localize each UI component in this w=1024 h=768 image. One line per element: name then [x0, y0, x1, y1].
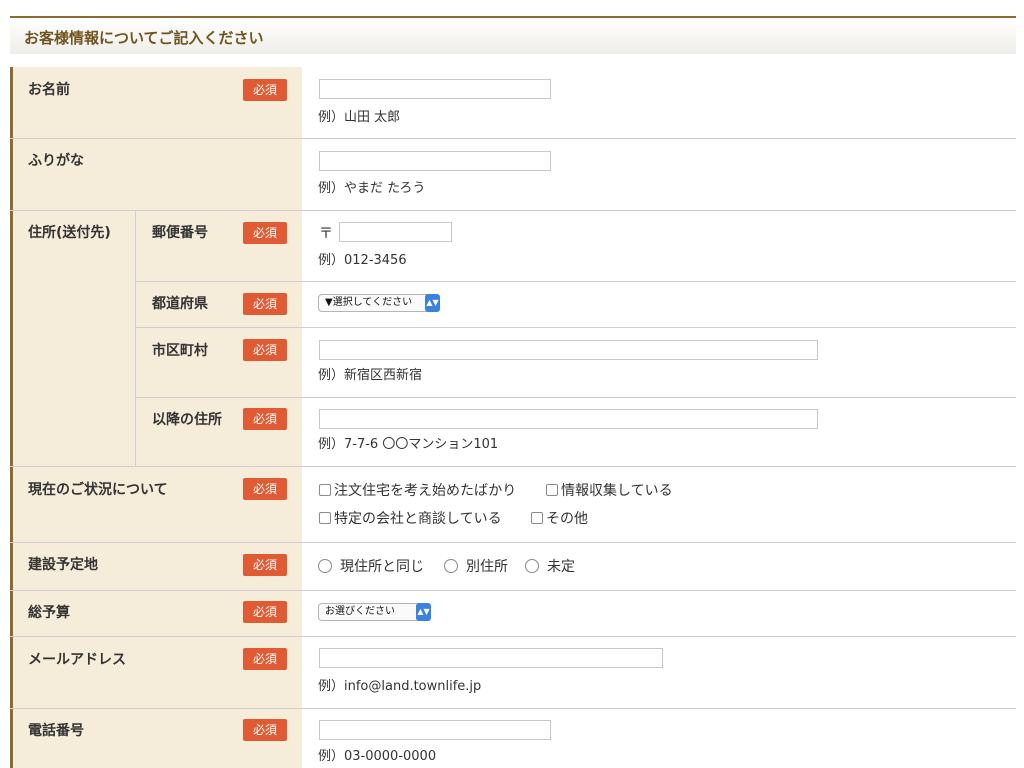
status-option-other[interactable]: その他 [531, 508, 588, 528]
budget-selected: お選びください [325, 606, 395, 617]
budget-select[interactable]: お選びください ▲▼ [318, 603, 431, 621]
required-badge: 必須 [243, 339, 287, 361]
postal-mark: 〒 [319, 226, 333, 242]
furigana-input[interactable] [319, 151, 551, 171]
status-label: 現在のご状況について [28, 482, 168, 498]
city-example: 例）新宿区西新宿 [318, 368, 423, 383]
row-divider [10, 590, 1016, 591]
section-header: お客様情報についてご記入ください [10, 16, 1016, 54]
checkbox-icon[interactable] [319, 512, 331, 524]
email-label: メールアドレス [28, 652, 126, 668]
address-label: 住所(送付先) [28, 225, 111, 241]
site-label: 建設予定地 [28, 557, 98, 573]
required-badge: 必須 [243, 79, 287, 101]
checkbox-icon[interactable] [546, 484, 558, 496]
customer-info-form: お名前 必須 例）山田 太郎 ふりがな 例）やまだ たろう 住所(送付先) 郵便… [10, 67, 1016, 768]
site-option-same[interactable]: 現住所と同じ [318, 556, 424, 576]
row-divider [136, 397, 1016, 398]
prefecture-selected: ▼選択してください [325, 297, 413, 308]
furigana-label: ふりがな [28, 153, 84, 169]
row-divider [10, 138, 1016, 139]
required-badge: 必須 [243, 408, 287, 430]
section-title: お客様情報についてご記入ください [24, 29, 264, 47]
row-divider [136, 281, 1016, 282]
email-input[interactable] [319, 648, 663, 668]
street-address-input[interactable] [319, 409, 818, 429]
prefecture-select[interactable]: ▼選択してください ▲▼ [318, 294, 440, 312]
row-divider [10, 708, 1016, 709]
email-example: 例）info@land.townlife.jp [318, 679, 482, 694]
required-badge: 必須 [243, 648, 287, 670]
budget-label: 総予算 [28, 605, 70, 621]
street-label: 以降の住所 [152, 412, 222, 428]
name-label: お名前 [28, 82, 70, 98]
phone-example: 例）03-0000-0000 [318, 749, 437, 764]
furigana-example: 例）やまだ たろう [318, 181, 426, 196]
phone-input[interactable] [319, 720, 551, 740]
phone-label: 電話番号 [28, 723, 84, 739]
required-badge: 必須 [243, 719, 287, 741]
name-input[interactable] [319, 79, 551, 99]
street-example: 例）7-7-6 〇〇マンション101 [318, 437, 499, 452]
row-divider [10, 636, 1016, 637]
row-divider [10, 542, 1016, 543]
required-badge: 必須 [243, 554, 287, 576]
city-label: 市区町村 [152, 343, 208, 359]
status-option-negotiating[interactable]: 特定の会社と商談している [319, 508, 502, 528]
prefecture-label: 都道府県 [152, 296, 208, 312]
site-option-undecided[interactable]: 未定 [525, 556, 575, 576]
checkbox-icon[interactable] [531, 512, 543, 524]
postal-code-input[interactable] [339, 222, 452, 242]
required-badge: 必須 [243, 478, 287, 500]
row-divider [136, 327, 1016, 328]
required-badge: 必須 [243, 601, 287, 623]
required-badge: 必須 [243, 222, 287, 244]
city-input[interactable] [319, 340, 818, 360]
postal-example: 例）012-3456 [318, 253, 407, 268]
radio-icon[interactable] [525, 559, 539, 573]
row-divider [10, 210, 1016, 211]
address-divider [135, 210, 136, 466]
checkbox-icon[interactable] [319, 484, 331, 496]
status-option-just-started[interactable]: 注文住宅を考え始めたばかり [319, 480, 516, 500]
radio-icon[interactable] [444, 559, 458, 573]
select-arrow-icon: ▲▼ [425, 294, 440, 312]
status-option-researching[interactable]: 情報収集している [546, 480, 673, 500]
radio-icon[interactable] [318, 559, 332, 573]
site-option-other[interactable]: 別住所 [444, 556, 508, 576]
required-badge: 必須 [243, 293, 287, 315]
row-divider [10, 466, 1016, 467]
postal-label: 郵便番号 [152, 225, 208, 241]
name-example: 例）山田 太郎 [318, 110, 401, 125]
select-arrow-icon: ▲▼ [416, 603, 431, 621]
